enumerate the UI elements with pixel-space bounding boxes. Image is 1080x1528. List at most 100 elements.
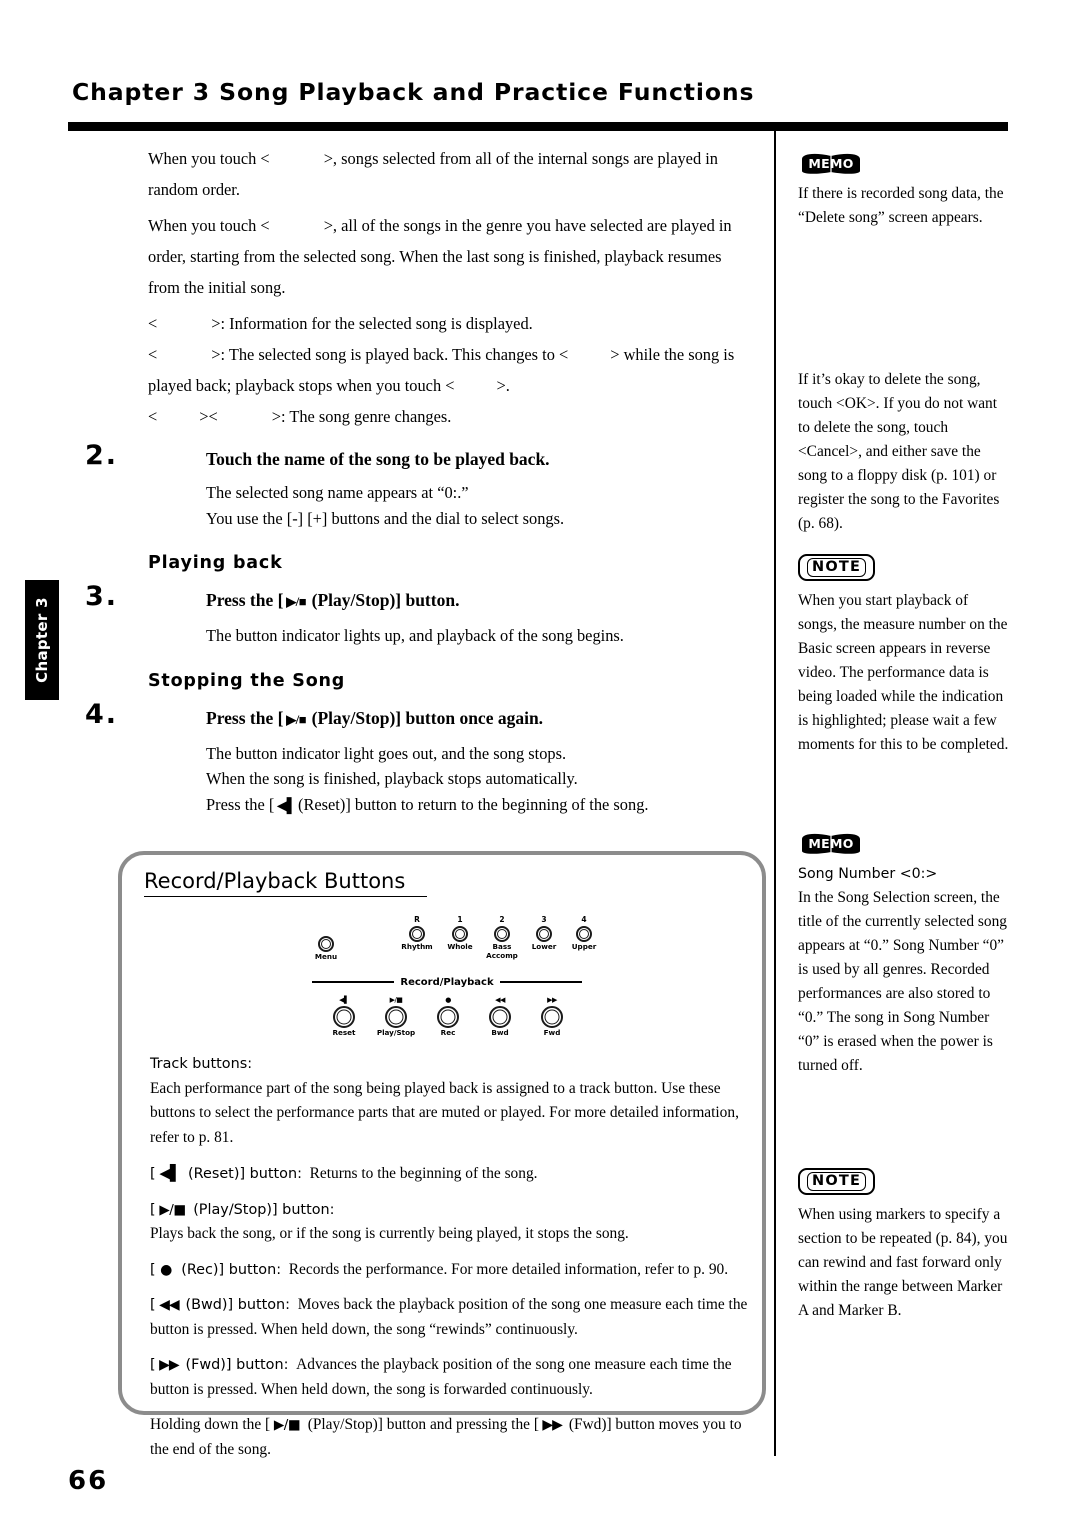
bwd-symbol-icon: ◀◀ [495, 996, 505, 1004]
entry-fwd: [ ▶▶ (Fwd)] button: Advances the playbac… [150, 1353, 748, 1402]
knob-lower-circle-icon [536, 926, 552, 942]
reset-button-label: Reset [332, 1028, 356, 1037]
knob-lower: 3 Lower [524, 915, 564, 952]
play-stop-icon-2: ▶/■ [283, 711, 312, 727]
step-4-body-line-1: The button indicator light goes out, and… [206, 743, 567, 763]
step-3-title-pre: Press the [ [206, 590, 284, 610]
step-4-line3-pre: Press the [ [206, 794, 275, 814]
memo-icon-2: MEMO [798, 830, 864, 856]
step-2-body-line-2: You use the [-] [+] buttons and the dial… [206, 508, 565, 528]
knob-upper-number: 4 [581, 915, 587, 924]
bwd-button-label: Bwd [491, 1028, 509, 1037]
rec-button-circle-icon [437, 1006, 459, 1028]
final-note-part2: (Play/Stop)] button and pressing the [ [307, 1416, 539, 1433]
transport-fwd: ▶▶ Fwd [528, 995, 576, 1038]
step-4-number: 4. [85, 698, 119, 730]
intro-2-before: When you touch < [148, 216, 270, 235]
sidebar-block-delete-info: If it’s okay to delete the song, touch <… [798, 368, 1010, 536]
intro-paragraph-1: When you touch < >, songs selected from a… [148, 143, 756, 205]
step-3-number: 3. [85, 581, 119, 612]
play-stop-button-circle-icon [385, 1006, 407, 1028]
entry-reset-post: (Reset)] button: [188, 1166, 302, 1182]
step-3-title-post: (Play/Stop)] button. [311, 590, 460, 610]
note-icon: NOTE [798, 554, 876, 581]
play-stop-symbol-icon: ▶/■ [389, 996, 403, 1004]
entry-reset-desc: Returns to the beginning of the song. [309, 1165, 538, 1182]
knob-menu-label: Menu [314, 952, 338, 961]
transport-button-row: ◀▌ Reset ▶/■ Play/Stop ● Rec ◀◀ Bwd ▶▶ F… [314, 995, 580, 1045]
knob-whole-number: 1 [457, 915, 463, 924]
knob-lower-label: Lower [531, 942, 557, 951]
entry-play-post: (Play/Stop)] button: [193, 1201, 335, 1218]
knob-rhythm-circle-icon [409, 926, 425, 942]
entry-fwd-post: (Fwd)] button: [185, 1357, 289, 1373]
bullet-line-2: < >: The selected song is played back. Th… [148, 339, 756, 401]
note-icon-2-label: NOTE [807, 1172, 867, 1191]
record-box-body: Track buttons: Each performance part of … [150, 1052, 748, 1462]
banner-label: Record/Playback [400, 976, 494, 988]
bullet-3-after: >: The song genre changes. [271, 407, 452, 426]
knob-rhythm-number: R [414, 915, 420, 924]
memo-icon: MEMO [798, 150, 864, 176]
knob-menu: Menu [306, 925, 346, 962]
note-icon-2: NOTE [798, 1168, 876, 1195]
banner-rule-right [499, 980, 583, 984]
final-note-part1: Holding down the [ [150, 1416, 271, 1433]
sidebar-memo-2-subtitle: Song Number <0:> [798, 866, 938, 882]
transport-reset: ◀▌ Reset [320, 995, 368, 1038]
record-playback-box-title: Record/Playback Buttons [144, 869, 428, 897]
rec-button-label: Rec [440, 1028, 456, 1037]
bullet-line-3: < >< >: The song genre changes. [148, 401, 756, 432]
rec-symbol-icon: ● [445, 996, 451, 1004]
step-2-body: The selected song name appears at “0:.” … [206, 480, 756, 531]
record-playback-banner: Record/Playback [312, 975, 583, 989]
bullet-line-1: < >: Information for the selected song is… [148, 308, 756, 339]
knob-upper-circle-icon [576, 926, 592, 942]
entry-play-stop-icon: ▶/■ [155, 1201, 194, 1218]
entry-play-stop: [ ▶/■ (Play/Stop)] button: [150, 1198, 748, 1223]
sidebar-memo-1-text: If there is recorded song data, the “Del… [798, 185, 1004, 226]
chapter-tab-label: Chapter 3 [33, 597, 51, 683]
knob-menu-number [306, 925, 346, 935]
heading-stopping-the-song: Stopping the Song [148, 670, 346, 691]
entry-rec-desc: Records the performance. For more detail… [288, 1260, 729, 1278]
knob-rhythm: R Rhythm [396, 915, 438, 952]
entry-play-stop-desc: Plays back the song, or if the song is c… [150, 1225, 629, 1242]
entry-reset: [ ◀▌ (Reset)] button: Returns to the beg… [150, 1161, 748, 1187]
sidebar-note-2-text: When using markers to specify a section … [798, 1206, 1008, 1319]
intro-paragraph-2: When you touch < >, all of the songs in t… [148, 210, 756, 303]
reset-symbol-icon: ◀▌ [339, 996, 349, 1004]
track-knob-row: Menu R Rhythm 1 Whole 2 Bass Accomp 3 Lo… [302, 913, 596, 969]
step-4-body: The button indicator light goes out, and… [206, 741, 756, 820]
sidebar-block-memo-1: MEMO If there is recorded song data, the… [798, 150, 1010, 230]
record-playback-box: Record/Playback Buttons Menu R Rhythm 1 … [118, 851, 766, 1458]
step-4-title-pre: Press the [ [206, 707, 284, 728]
entry-rec-post: (Rec)] button: [181, 1261, 282, 1278]
bullet-1-text: >: Information for the selected song is … [211, 314, 533, 333]
main-column: When you touch < >, songs selected from a… [85, 143, 756, 820]
step-2-body-line-1: The selected song name appears at “0:.” [206, 483, 469, 502]
fwd-button-label: Fwd [543, 1028, 561, 1037]
step-4: 4. Press the [ ▶/■ (Play/Stop)] button o… [85, 699, 756, 820]
entry-rec: [ ● (Rec)] button: Records the performan… [150, 1258, 748, 1283]
transport-bwd: ◀◀ Bwd [476, 995, 524, 1038]
knob-menu-circle-icon [318, 936, 334, 952]
knob-upper: 4 Upper [564, 915, 604, 952]
heading-playing-back: Playing back [148, 553, 283, 573]
reset-icon: ◀▌ [274, 798, 298, 814]
svg-text:MEMO: MEMO [808, 156, 853, 171]
final-note-fwd-icon: ▶▶ [538, 1417, 569, 1433]
svg-text:MEMO: MEMO [808, 836, 853, 851]
transport-play-stop: ▶/■ Play/Stop [372, 995, 420, 1038]
step-2-number: 2. [85, 440, 119, 471]
knob-upper-label: Upper [571, 942, 597, 951]
bullet-1-open: < [148, 314, 158, 333]
knob-bass-circle-icon [494, 926, 510, 942]
knob-bass-label: Bass Accomp [486, 942, 518, 960]
entry-rec-icon: ● [155, 1261, 182, 1278]
transport-rec: ● Rec [424, 995, 472, 1038]
entry-fwd-icon: ▶▶ [155, 1357, 186, 1373]
bullet-3-mid: >< [199, 407, 218, 426]
knob-whole: 1 Whole [440, 915, 480, 952]
note-icon-label: NOTE [807, 558, 867, 577]
